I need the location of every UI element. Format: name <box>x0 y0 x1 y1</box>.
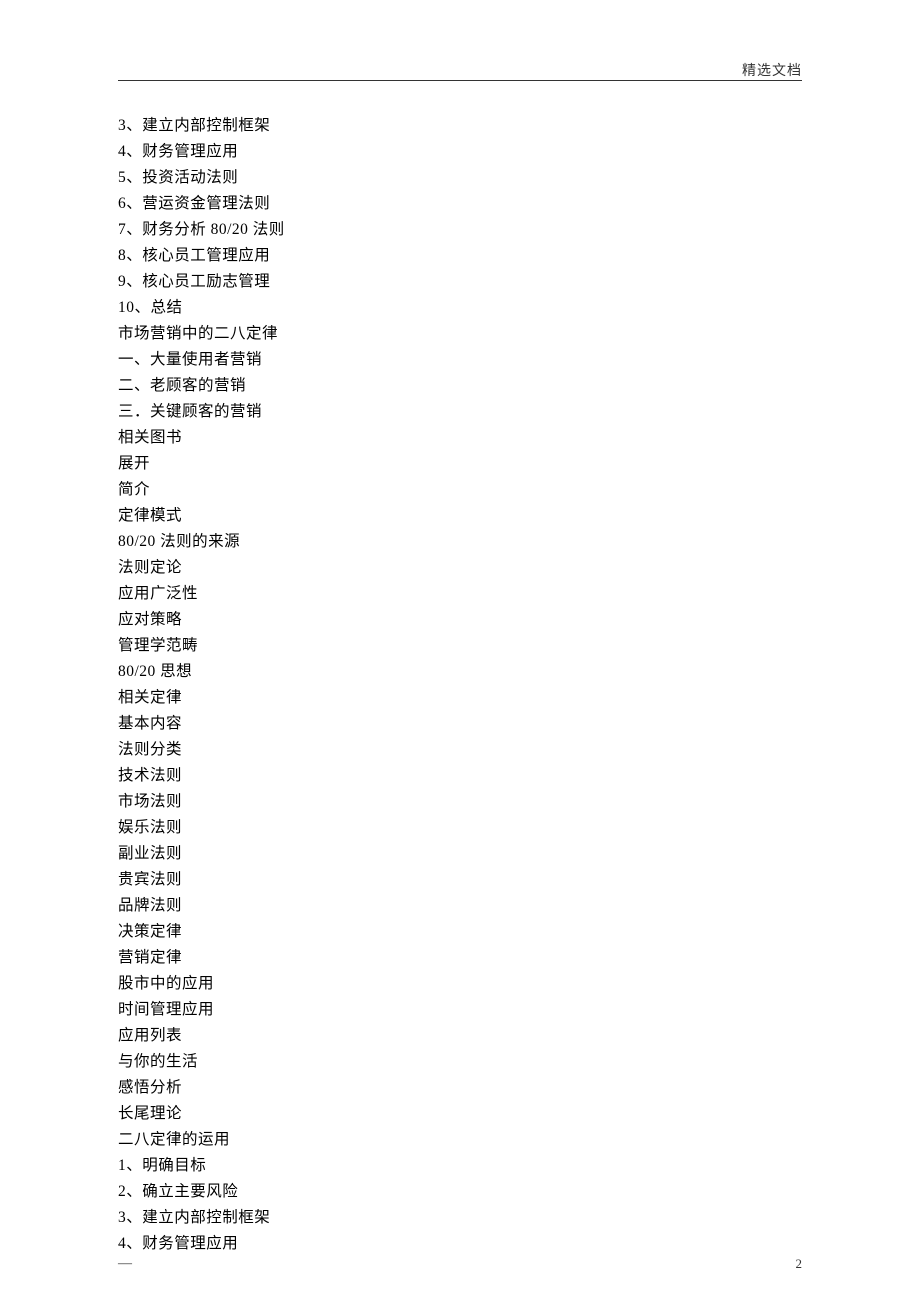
content-line: 4、财务管理应用 <box>118 1231 802 1257</box>
content-line: 娱乐法则 <box>118 815 802 841</box>
content-line: 7、财务分析 80/20 法则 <box>118 217 802 243</box>
content-line: 市场营销中的二八定律 <box>118 321 802 347</box>
content-line: 4、财务管理应用 <box>118 139 802 165</box>
content-line: 8、核心员工管理应用 <box>118 243 802 269</box>
page-number: 2 <box>796 1256 803 1272</box>
document-content: 3、建立内部控制框架 4、财务管理应用 5、投资活动法则 6、营运资金管理法则 … <box>118 113 802 1257</box>
content-line: 股市中的应用 <box>118 971 802 997</box>
content-line: 80/20 思想 <box>118 659 802 685</box>
content-line: 营销定律 <box>118 945 802 971</box>
content-line: 简介 <box>118 477 802 503</box>
content-line: 2、确立主要风险 <box>118 1179 802 1205</box>
header-text: 精选文档 <box>742 60 802 80</box>
content-line: 品牌法则 <box>118 893 802 919</box>
content-line: 基本内容 <box>118 711 802 737</box>
content-line: 3、建立内部控制框架 <box>118 1205 802 1231</box>
content-line: 应用广泛性 <box>118 581 802 607</box>
content-line: 二、老顾客的营销 <box>118 373 802 399</box>
content-line: 应对策略 <box>118 607 802 633</box>
content-line: 3、建立内部控制框架 <box>118 113 802 139</box>
content-line: 80/20 法则的来源 <box>118 529 802 555</box>
content-line: 相关定律 <box>118 685 802 711</box>
content-line: 感悟分析 <box>118 1075 802 1101</box>
content-line: 9、核心员工励志管理 <box>118 269 802 295</box>
header-divider <box>118 80 802 81</box>
content-line: 长尾理论 <box>118 1101 802 1127</box>
content-line: 相关图书 <box>118 425 802 451</box>
content-line: 管理学范畴 <box>118 633 802 659</box>
content-line: 技术法则 <box>118 763 802 789</box>
content-line: 时间管理应用 <box>118 997 802 1023</box>
content-line: 市场法则 <box>118 789 802 815</box>
content-line: 贵宾法则 <box>118 867 802 893</box>
content-line: 三．关键顾客的营销 <box>118 399 802 425</box>
content-line: 5、投资活动法则 <box>118 165 802 191</box>
content-line: 10、总结 <box>118 295 802 321</box>
content-line: 二八定律的运用 <box>118 1127 802 1153</box>
content-line: 1、明确目标 <box>118 1153 802 1179</box>
content-line: 展开 <box>118 451 802 477</box>
content-line: 法则分类 <box>118 737 802 763</box>
content-line: 一、大量使用者营销 <box>118 347 802 373</box>
content-line: 6、营运资金管理法则 <box>118 191 802 217</box>
content-line: 与你的生活 <box>118 1049 802 1075</box>
content-line: 定律模式 <box>118 503 802 529</box>
content-line: 法则定论 <box>118 555 802 581</box>
footer-dash: — <box>118 1256 132 1272</box>
content-line: 应用列表 <box>118 1023 802 1049</box>
content-line: 副业法则 <box>118 841 802 867</box>
content-line: 决策定律 <box>118 919 802 945</box>
